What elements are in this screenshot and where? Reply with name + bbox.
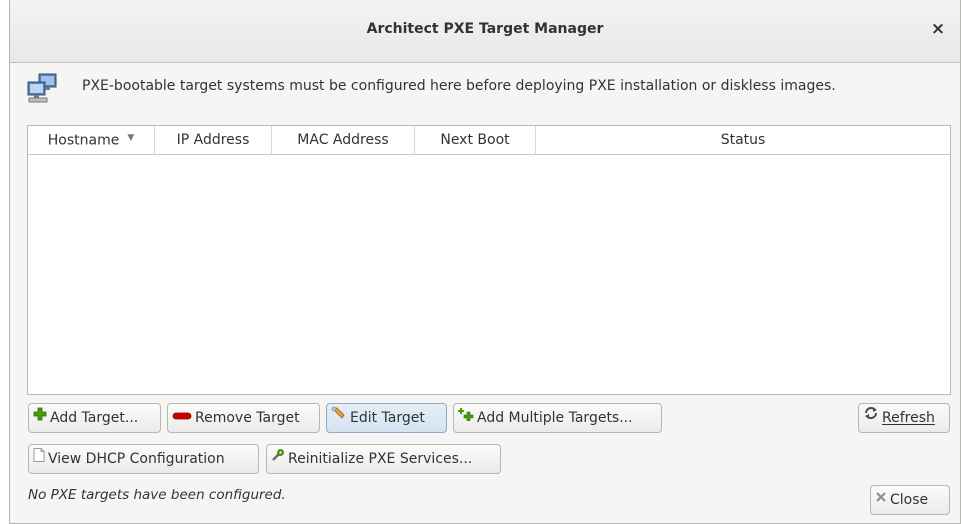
add-multiple-targets-label: Add Multiple Targets...: [477, 410, 633, 426]
wrench-icon: [331, 403, 347, 431]
column-label: Hostname: [47, 132, 120, 149]
title-bar[interactable]: Architect PXE Target Manager ×: [10, 0, 960, 63]
column-header-hostname[interactable]: Hostname ▼: [28, 126, 155, 155]
info-message: PXE-bootable target systems must be conf…: [82, 78, 836, 94]
targets-table[interactable]: Hostname ▼ IP Address MAC Address Next Bo…: [27, 125, 951, 395]
sort-descending-icon: ▼: [127, 133, 135, 143]
edit-target-label: Edit Target: [350, 410, 425, 426]
window-title: Architect PXE Target Manager: [366, 21, 604, 37]
view-dhcp-label: View DHCP Configuration: [48, 451, 225, 467]
add-multiple-targets-button[interactable]: Add Multiple Targets...: [453, 403, 662, 433]
document-icon: [33, 444, 45, 472]
refresh-button[interactable]: Refresh: [858, 403, 950, 433]
column-header-next-boot[interactable]: Next Boot: [415, 126, 536, 155]
pxe-target-manager-window: Architect PXE Target Manager × PXE-boota…: [9, 0, 961, 524]
plus-icon: [33, 403, 47, 431]
table-header: Hostname ▼ IP Address MAC Address Next Bo…: [28, 126, 950, 155]
column-header-status[interactable]: Status: [536, 126, 950, 155]
refresh-label: Refresh: [882, 410, 935, 426]
reinitialize-pxe-label: Reinitialize PXE Services...: [288, 451, 473, 467]
close-label: Close: [890, 492, 929, 508]
remove-target-label: Remove Target: [195, 410, 300, 426]
refresh-icon: [863, 403, 879, 431]
close-button[interactable]: Close: [870, 485, 950, 515]
remove-target-button[interactable]: Remove Target: [167, 403, 320, 433]
network-computers-icon: [25, 72, 59, 106]
tools-icon: [271, 444, 285, 472]
column-header-ip-address[interactable]: IP Address: [155, 126, 272, 155]
multiple-plus-icon: [458, 403, 474, 431]
edit-target-button[interactable]: Edit Target: [326, 403, 447, 433]
add-target-button[interactable]: Add Target...: [28, 403, 161, 433]
window-close-button[interactable]: ×: [928, 18, 948, 40]
status-message: No PXE targets have been configured.: [28, 487, 286, 503]
column-header-mac-address[interactable]: MAC Address: [272, 126, 415, 155]
minus-icon: [172, 403, 192, 431]
view-dhcp-configuration-button[interactable]: View DHCP Configuration: [28, 444, 259, 474]
reinitialize-pxe-services-button[interactable]: Reinitialize PXE Services...: [266, 444, 501, 474]
close-icon: [875, 485, 887, 513]
add-target-label: Add Target...: [50, 410, 139, 426]
